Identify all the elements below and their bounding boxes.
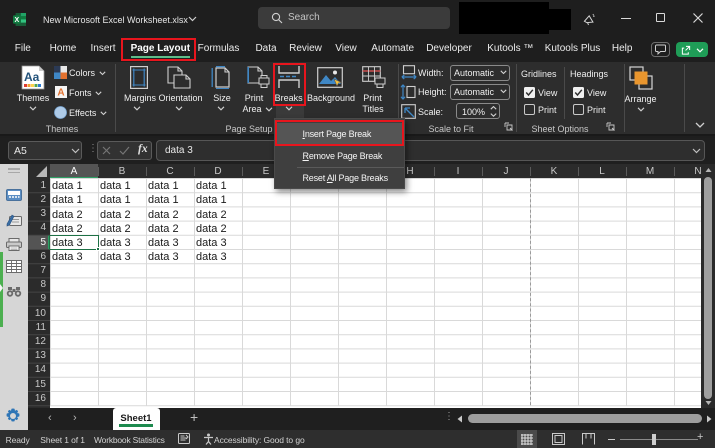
svg-text:Aa: Aa — [24, 70, 40, 84]
svg-text:X: X — [14, 16, 19, 24]
svg-text:A: A — [57, 88, 64, 98]
